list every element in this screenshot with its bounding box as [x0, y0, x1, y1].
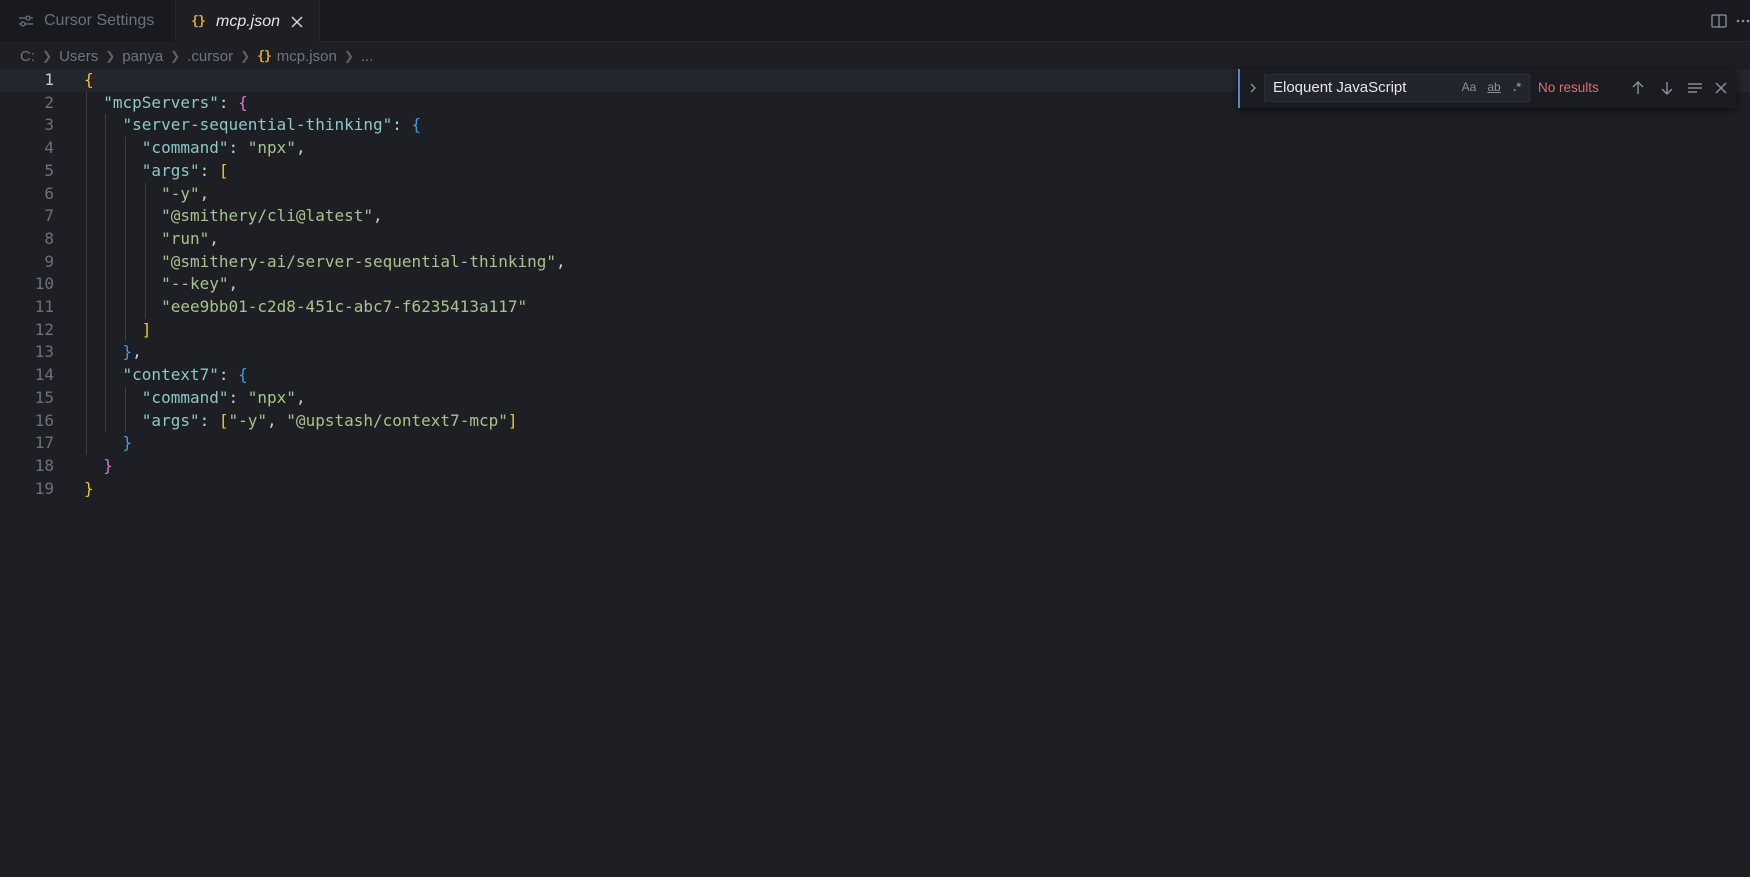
tab-label: mcp.json: [216, 12, 281, 30]
breadcrumb-panya[interactable]: panya: [122, 48, 163, 65]
code-text: "command": "npx",: [141, 387, 306, 407]
line-number: 2: [44, 92, 54, 112]
line-number: 13: [34, 342, 54, 362]
line-number: 8: [44, 228, 54, 248]
line-number: 19: [34, 478, 54, 498]
code-line[interactable]: 5 "args": [: [0, 160, 1750, 183]
chevron-right-icon[interactable]: [1246, 80, 1260, 96]
line-number: 4: [44, 138, 54, 158]
code-text: }: [84, 478, 94, 498]
split-editor-icon[interactable]: [1708, 10, 1730, 32]
json-braces-icon: {}: [257, 48, 272, 64]
line-number: 14: [34, 365, 54, 385]
code-text: {: [84, 70, 94, 89]
code-line[interactable]: 8 "run",: [0, 228, 1750, 251]
code-line[interactable]: 15 "command": "npx",: [0, 387, 1750, 410]
code-text: "@smithery/cli@latest",: [161, 206, 383, 226]
code-line[interactable]: 13 },: [0, 341, 1750, 364]
code-text: "eee9bb01-c2d8-451c-abc7-f6235413a117": [161, 297, 528, 316]
code-line[interactable]: 6 "-y",: [0, 183, 1750, 206]
code-line[interactable]: 10 "--key",: [0, 273, 1750, 296]
whole-word-toggle[interactable]: ab: [1483, 77, 1505, 97]
code-text: ]: [141, 319, 152, 339]
find-status: No results: [1538, 80, 1599, 95]
tab-bar: Cursor Settings {} mcp.json: [0, 0, 1750, 43]
line-number: 6: [44, 183, 54, 203]
code-text: "run",: [161, 228, 219, 248]
next-match-icon[interactable]: [1656, 77, 1678, 99]
previous-match-icon[interactable]: [1627, 77, 1649, 99]
code-text: "args": ["-y", "@upstash/context7-mcp"]: [141, 410, 518, 430]
code-text: "mcpServers": {: [103, 92, 248, 112]
breadcrumb: C: ❯ Users ❯ panya ❯ .cursor ❯ {} mcp.js…: [0, 43, 1750, 69]
line-number: 10: [34, 274, 54, 294]
json-braces-icon: {}: [191, 14, 206, 29]
code-line[interactable]: 19 }: [0, 478, 1750, 501]
code-line[interactable]: 11 "eee9bb01-c2d8-451c-abc7-f6235413a117…: [0, 296, 1750, 319]
line-number: 1: [44, 70, 54, 89]
code-text: }: [103, 455, 113, 475]
code-line[interactable]: 7 "@smithery/cli@latest",: [0, 205, 1750, 228]
find-query: Eloquent JavaScript: [1273, 79, 1407, 96]
breadcrumb-drive[interactable]: C:: [20, 48, 35, 65]
code-text: "-y",: [161, 183, 210, 203]
code-text: "server-sequential-thinking": {: [122, 115, 422, 135]
more-actions-icon[interactable]: [1736, 10, 1750, 32]
line-number: 7: [44, 206, 54, 226]
line-number: 17: [34, 433, 54, 453]
editor-actions: [1708, 0, 1750, 42]
line-number: 11: [34, 297, 54, 316]
chevron-right-icon: ❯: [240, 49, 251, 63]
code-line[interactable]: 4 "command": "npx",: [0, 137, 1750, 160]
tab-label: Cursor Settings: [44, 12, 155, 29]
code-line[interactable]: 16 "args": ["-y", "@upstash/context7-mcp…: [0, 410, 1750, 433]
code-text: "context7": {: [122, 365, 248, 385]
chevron-right-icon: ❯: [343, 49, 354, 63]
close-icon[interactable]: [289, 14, 305, 30]
line-number: 16: [34, 410, 54, 430]
chevron-right-icon: ❯: [105, 49, 116, 63]
code-line[interactable]: 17 }: [0, 432, 1750, 455]
code-text: "args": [: [141, 160, 229, 180]
code-text: }: [122, 433, 133, 453]
code-line[interactable]: 12 ]: [0, 319, 1750, 342]
code-text: "@smithery-ai/server-sequential-thinking…: [161, 251, 566, 271]
breadcrumb-cursor[interactable]: .cursor: [187, 48, 233, 65]
line-number: 12: [34, 319, 54, 339]
chevron-right-icon: ❯: [170, 49, 181, 63]
code-text: "command": "npx",: [141, 138, 306, 158]
line-number: 15: [34, 387, 54, 407]
line-number: 3: [44, 115, 54, 135]
code-line[interactable]: 9 "@smithery-ai/server-sequential-thinki…: [0, 251, 1750, 274]
code-text: },: [122, 342, 142, 362]
breadcrumb-file[interactable]: mcp.json: [277, 48, 337, 65]
code-line[interactable]: 14 "context7": {: [0, 364, 1750, 387]
line-number: 18: [34, 455, 54, 475]
code-line[interactable]: 18 }: [0, 455, 1750, 478]
tab-cursor-settings[interactable]: Cursor Settings: [0, 0, 176, 42]
tab-mcp-json[interactable]: {} mcp.json: [176, 0, 320, 43]
breadcrumb-users[interactable]: Users: [59, 48, 98, 65]
code-text: "--key",: [161, 274, 239, 294]
settings-sliders-icon: [18, 13, 34, 29]
close-icon[interactable]: [1710, 77, 1732, 99]
line-number: 5: [44, 160, 54, 180]
code-line[interactable]: 3 "server-sequential-thinking": {: [0, 114, 1750, 137]
chevron-right-icon: ❯: [42, 49, 53, 63]
code-editor[interactable]: 1 { 2 "mcpServers": { 3 "server-sequenti…: [0, 69, 1750, 877]
breadcrumb-symbol[interactable]: ...: [361, 48, 374, 65]
regex-toggle[interactable]: .*: [1506, 77, 1528, 97]
match-case-toggle[interactable]: Aa: [1458, 77, 1480, 97]
find-in-selection-icon[interactable]: [1684, 77, 1706, 99]
find-widget: Eloquent JavaScript Aa ab .* No results: [1238, 69, 1736, 108]
line-number: 9: [44, 251, 54, 271]
